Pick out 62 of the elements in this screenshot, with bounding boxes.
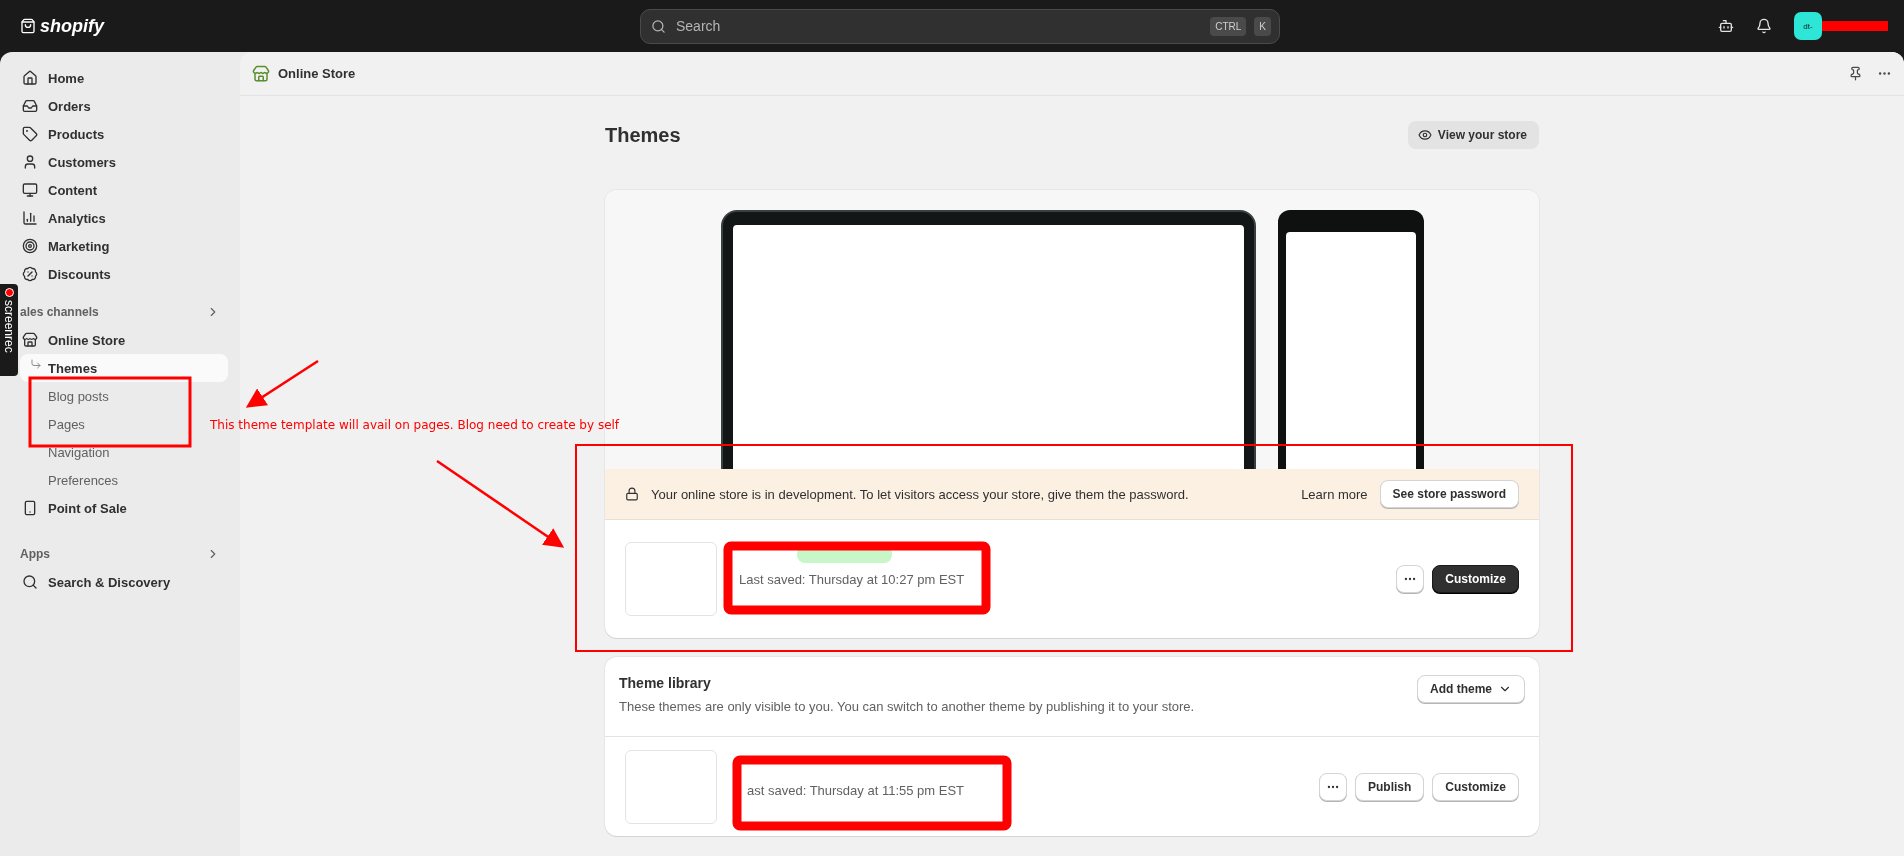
last-saved-text: ast saved: Thursday at 11:55 pm EST — [747, 783, 965, 798]
see-password-button[interactable]: See store password — [1379, 480, 1519, 508]
nav-item[interactable]: Discounts — [20, 260, 119, 288]
nav-item[interactable]: Content — [20, 176, 106, 204]
shopping-bag-icon — [20, 18, 36, 34]
page-title: Themes — [605, 123, 681, 147]
learn-more-link[interactable]: Learn more — [1301, 486, 1368, 502]
logo[interactable]: shopify — [40, 15, 104, 37]
redaction-bar — [1822, 21, 1888, 31]
view-store-button[interactable]: View your store — [1407, 121, 1539, 149]
avatar[interactable]: dt- — [1794, 12, 1822, 40]
annotation-note: This theme template will avail on pages. Blog need to create by self — [210, 418, 620, 432]
add-theme-button[interactable]: Add theme — [1417, 675, 1525, 703]
recorder-label: screenrec — [2, 300, 16, 353]
customize-button[interactable]: Customize — [1432, 565, 1519, 593]
nav-item[interactable]: Search & Discovery — [20, 568, 179, 596]
section-title: Apps — [20, 547, 50, 561]
nav-icon — [22, 154, 38, 170]
customize-button[interactable]: Customize — [1432, 772, 1519, 801]
nav-item[interactable]: Online Store — [20, 326, 134, 354]
pin-icon[interactable] — [1848, 66, 1863, 81]
nav-item[interactable]: Analytics — [20, 204, 114, 232]
shortcut-key: CTRL — [1210, 16, 1247, 36]
lock-icon — [625, 487, 639, 501]
section-title: ales channels — [20, 305, 99, 319]
nav-subitem[interactable]: Themes — [20, 354, 228, 382]
library-title: Theme library — [619, 675, 712, 691]
nav-icon — [22, 98, 38, 114]
search-field[interactable]: Search — [674, 17, 1203, 35]
bell-icon[interactable] — [1756, 18, 1772, 34]
nav-subitem[interactable]: Navigation — [20, 438, 118, 466]
search-bar[interactable]: Search CTRL K — [640, 8, 1280, 44]
record-dot-icon — [4, 288, 14, 297]
nav-item[interactable]: Marketing — [20, 232, 118, 260]
search-icon — [651, 18, 666, 34]
nav-icon — [22, 70, 38, 86]
nav-item[interactable]: Products — [20, 120, 113, 148]
nav-item[interactable]: Point of Sale — [20, 494, 135, 522]
nav-subitem[interactable]: Blog posts — [20, 382, 117, 410]
publish-button[interactable]: Publish — [1354, 772, 1425, 801]
nav-icon — [22, 332, 38, 348]
nav-icon — [22, 126, 38, 142]
nav-icon — [22, 182, 38, 198]
robot-icon[interactable] — [1718, 18, 1734, 34]
nav-icon — [22, 238, 38, 254]
library-description: These themes are only visible to you. You can switch to another theme by publishing it to your store. — [619, 699, 1195, 714]
branch-icon — [30, 358, 42, 370]
nav-icon — [22, 574, 38, 590]
nav-subitem[interactable]: Pages — [20, 410, 93, 438]
header-title: Online Store — [278, 66, 356, 81]
store-icon — [252, 64, 270, 83]
last-saved-text: Last saved: Thursday at 10:27 pm EST — [739, 571, 965, 587]
nav-item[interactable]: Home — [20, 64, 93, 92]
nav-icon — [22, 210, 38, 226]
nav-item[interactable]: Orders — [20, 92, 99, 120]
nav-icon — [22, 500, 38, 516]
shortcut-key: K — [1254, 16, 1271, 36]
nav-icon — [22, 266, 38, 282]
banner-text: Your online store is in development. To let visitors access your store, give them the password. — [651, 486, 1189, 502]
nav-subitem[interactable]: Preferences — [20, 466, 127, 494]
eye-icon — [1417, 128, 1432, 142]
nav-item[interactable]: Customers — [20, 148, 124, 176]
